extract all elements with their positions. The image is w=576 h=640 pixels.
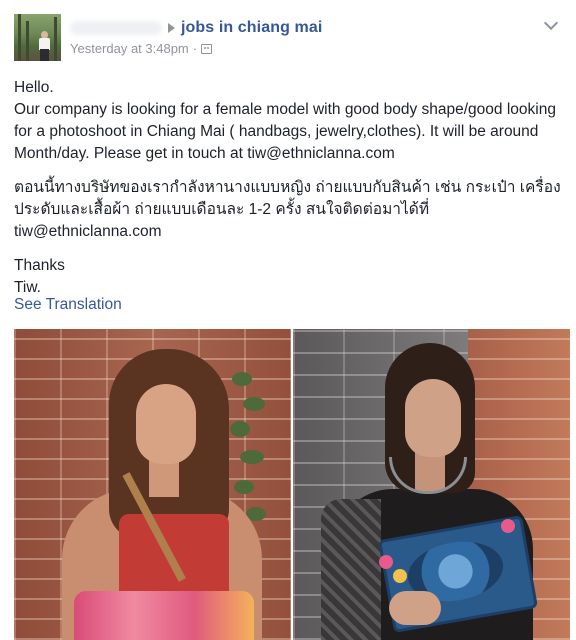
embroidered-handbag	[74, 591, 254, 640]
post-english-text: Our company is looking for a female mode…	[14, 101, 556, 162]
group-name-link[interactable]: jobs in chiang mai	[181, 19, 322, 37]
post-timestamp[interactable]: Yesterday at 3:48pm	[70, 41, 189, 56]
post-thanks: Thanks	[14, 257, 65, 274]
avatar-person-pants	[40, 49, 49, 61]
avatar-tree	[54, 17, 57, 61]
poster-name-redacted[interactable]	[70, 21, 162, 35]
post-greeting: Hello.	[14, 79, 54, 96]
arrow-right-icon	[168, 23, 175, 33]
post-body: Hello. Our company is looking for a fema…	[14, 77, 566, 299]
post-thai-email: tiw@ethniclanna.com	[14, 223, 162, 240]
poster-name-line: jobs in chiang mai	[70, 17, 322, 39]
post-header: jobs in chiang mai Yesterday at 3:48pm ·	[14, 14, 562, 62]
clutch-flower	[393, 569, 407, 583]
post-thai-text: ตอนนี้ทางบริษัทของเรากำลังหานางแบบหญิง ถ…	[14, 177, 566, 243]
photo-model-clutch[interactable]	[293, 329, 570, 640]
meta-separator: ·	[192, 41, 198, 56]
post-meta: Yesterday at 3:48pm ·	[70, 41, 213, 56]
photo-model-red-top[interactable]	[14, 329, 291, 640]
model-face	[405, 379, 461, 457]
chevron-down-icon[interactable]	[543, 15, 559, 31]
post-thai-line: ตอนนี้ทางบริษัทของเรากำลังหานางแบบหญิง ถ…	[14, 179, 561, 218]
avatar-tree	[26, 21, 29, 61]
model-face	[136, 384, 196, 464]
poster-avatar[interactable]	[14, 14, 61, 61]
clutch-flower	[379, 555, 393, 569]
model-cardigan	[321, 499, 381, 640]
see-translation-link[interactable]: See Translation	[14, 296, 122, 314]
avatar-tree	[18, 14, 21, 61]
model-hand	[389, 591, 441, 625]
facebook-post: jobs in chiang mai Yesterday at 3:48pm ·…	[0, 0, 576, 640]
clutch-flower	[501, 519, 515, 533]
post-photos	[14, 329, 570, 640]
group-audience-icon[interactable]	[201, 43, 213, 54]
